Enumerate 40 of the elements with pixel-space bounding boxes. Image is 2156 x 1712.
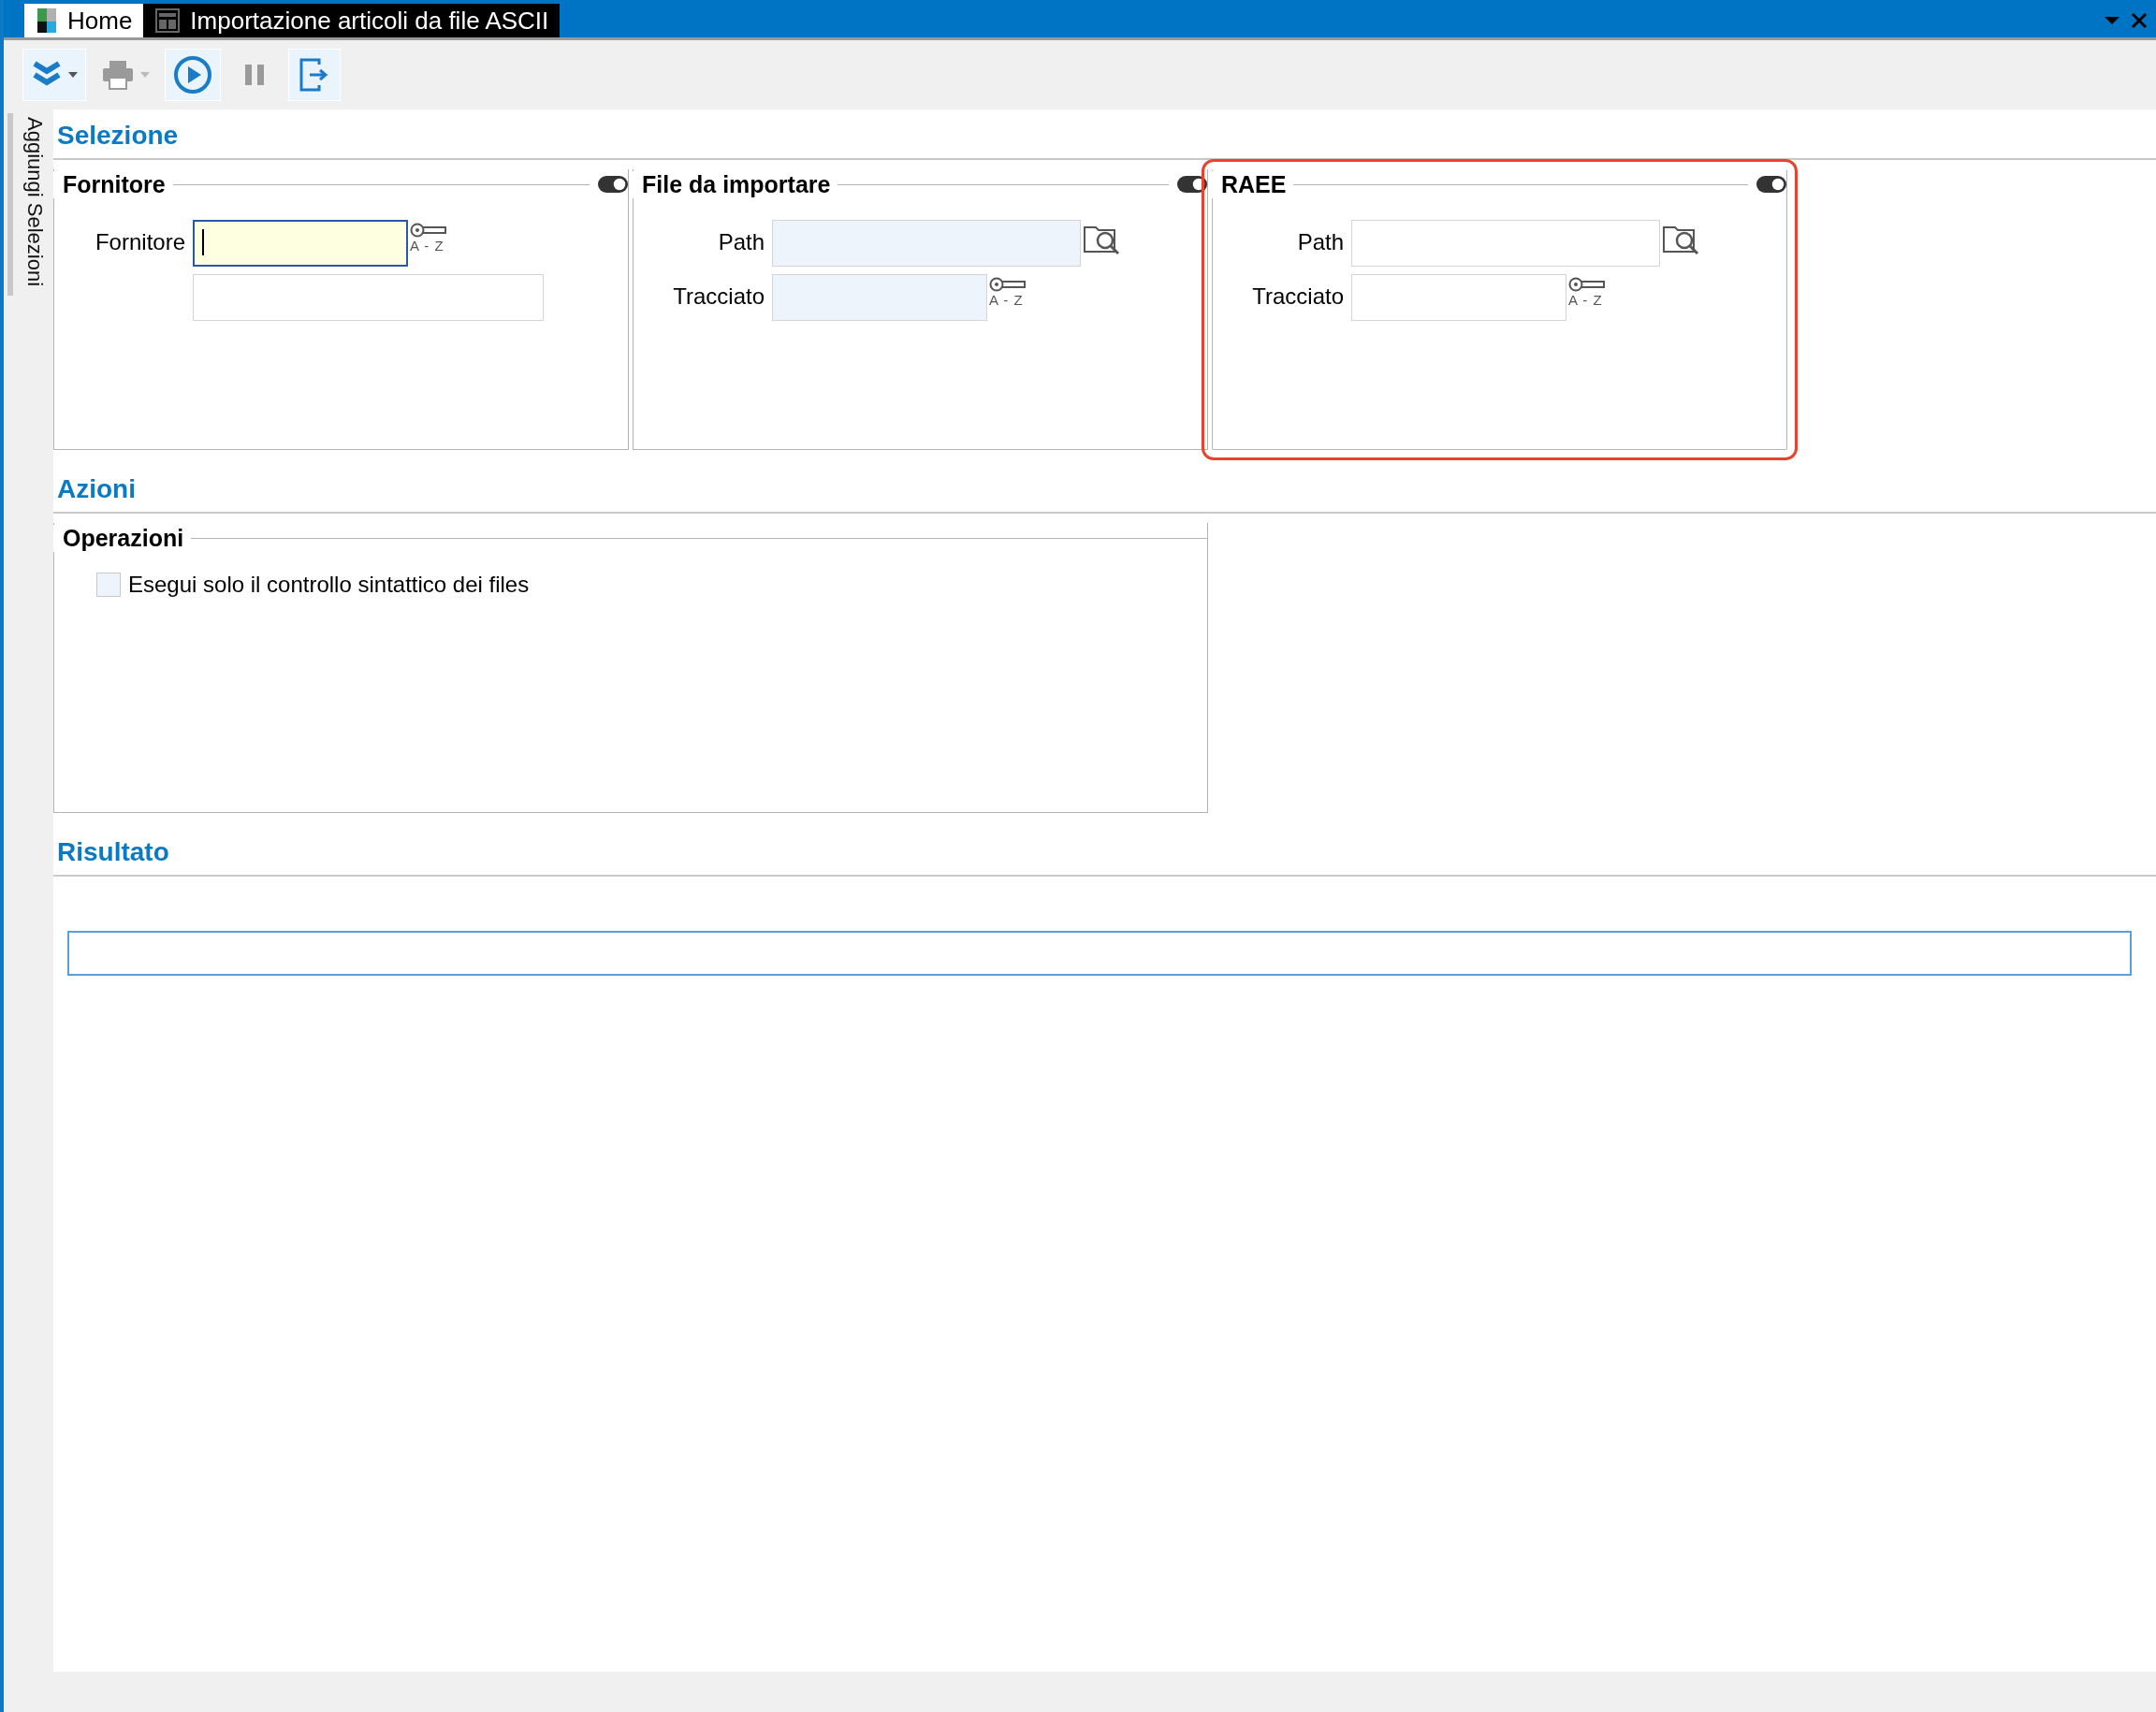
field-label: Path bbox=[717, 228, 765, 256]
window-tab[interactable]: Home bbox=[24, 4, 144, 37]
field-label: Tracciato bbox=[672, 283, 765, 311]
field-label: Path bbox=[1296, 228, 1345, 256]
group-title: File da importare bbox=[633, 170, 831, 198]
key-icon bbox=[1568, 276, 1606, 293]
group-title: RAEE bbox=[1212, 170, 1287, 198]
section-heading: Selezione bbox=[53, 109, 2156, 160]
group-title: Fornitore bbox=[53, 170, 166, 198]
app-logo-icon bbox=[36, 7, 58, 35]
caret-icon bbox=[68, 72, 78, 78]
section-heading: Azioni bbox=[53, 463, 2156, 514]
caret-icon bbox=[140, 72, 150, 78]
lookup-button[interactable]: A - Z bbox=[987, 274, 1028, 310]
window-tab[interactable]: Importazione articoli da file ASCII bbox=[143, 4, 561, 37]
field-label: Tracciato bbox=[1251, 283, 1345, 311]
side-panel-tab[interactable]: Aggiungi Selezioni bbox=[22, 109, 47, 287]
pause-icon bbox=[242, 62, 267, 88]
toolbar-button[interactable] bbox=[165, 49, 221, 101]
section-heading: Risultato bbox=[53, 826, 2156, 877]
toolbar-button[interactable] bbox=[288, 49, 341, 101]
checkbox-label: Esegui solo il controllo sintattico dei files bbox=[128, 572, 530, 598]
group-title: Operazioni bbox=[53, 524, 184, 552]
printer-icon bbox=[101, 59, 135, 91]
input-field[interactable] bbox=[193, 220, 408, 267]
key-icon bbox=[989, 276, 1027, 293]
checkbox[interactable] bbox=[96, 573, 121, 597]
toggle-switch[interactable] bbox=[597, 175, 629, 194]
field-label: Fornitore bbox=[94, 228, 186, 256]
form-window-icon bbox=[154, 7, 182, 34]
play-icon bbox=[173, 55, 212, 94]
result-field[interactable] bbox=[67, 931, 2132, 976]
close-icon[interactable] bbox=[2130, 11, 2149, 30]
dropdown-arrow-icon[interactable] bbox=[2104, 15, 2120, 26]
lookup-button[interactable]: A - Z bbox=[408, 220, 449, 255]
exit-icon bbox=[299, 57, 330, 93]
toggle-switch[interactable] bbox=[1755, 175, 1787, 194]
toolbar-button[interactable] bbox=[22, 49, 86, 101]
lookup-button[interactable]: A - Z bbox=[1566, 274, 1608, 310]
key-icon bbox=[410, 222, 447, 239]
